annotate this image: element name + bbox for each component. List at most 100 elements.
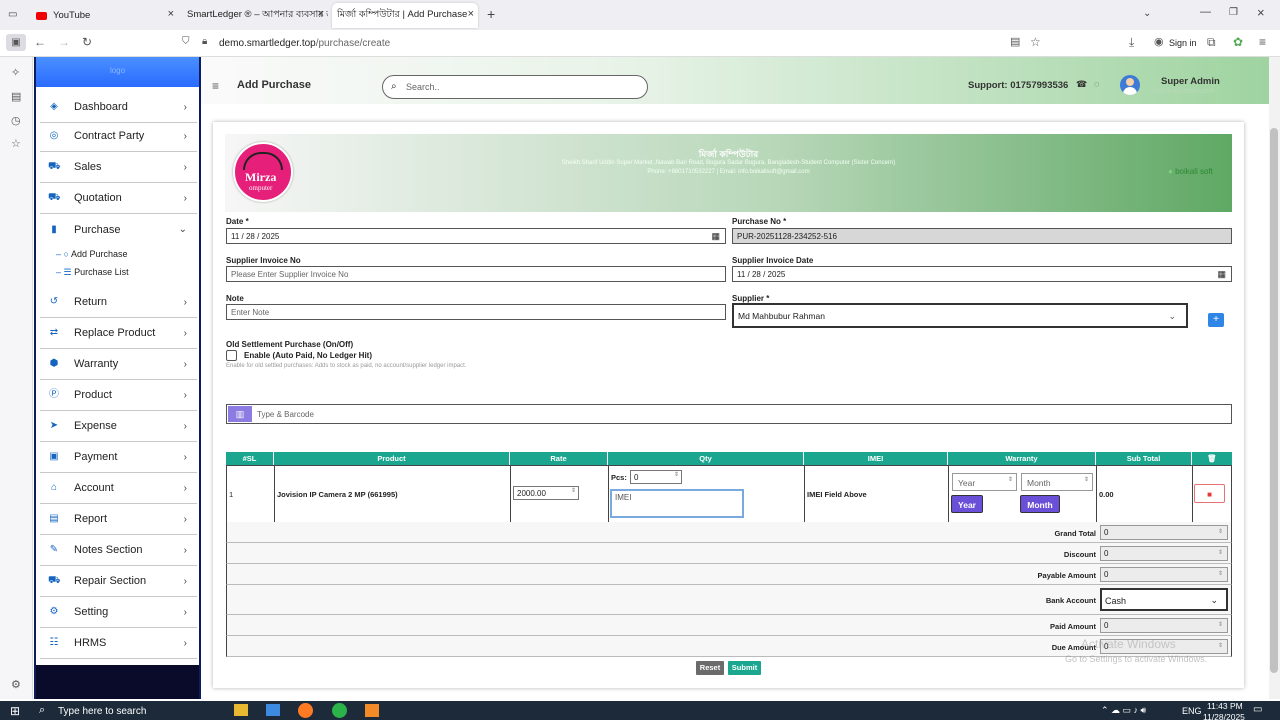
store-icon[interactable] [266,704,280,716]
trash-icon[interactable]: 🗑︎ [1207,454,1217,463]
sidebar-item-report[interactable]: ▤ Report › [40,504,197,535]
history-icon[interactable]: ◷ [11,114,21,127]
tab-add-purchase[interactable]: মির্জা কম্পিউটার | Add Purchase × [332,3,478,28]
sidebar-item-sales[interactable]: ⛟ Sales › [40,152,197,183]
synced-tabs-icon[interactable]: ▤ [11,90,21,103]
extension-icon[interactable]: ✿ [1233,35,1243,49]
barcode-input[interactable]: ▥ Type & Barcode [226,404,1232,424]
sidebar-item-repair-section[interactable]: ⛟ Repair Section › [40,566,197,597]
calendar-icon[interactable]: ▦ [711,231,720,242]
date-field[interactable]: 11 / 28 / 2025 ▦ [226,228,726,244]
firefox-icon[interactable] [298,703,313,718]
bank-account-select[interactable]: Cash ⌄ [1100,588,1228,611]
sidebar-item-notes-section[interactable]: ✎ Notes Section › [40,535,197,566]
stepper-icon[interactable]: ⇕ [1218,642,1223,649]
address-bar[interactable]: ⛉ 🔒︎ demo.smartledger.top/purchase/creat… [172,33,1052,54]
sidebar-item-account[interactable]: ⌂ Account › [40,473,197,504]
delete-row-button[interactable]: ■ [1194,484,1225,503]
rate-input[interactable]: 2000.00 ⇕ [513,486,579,500]
sign-in-link[interactable]: Sign in [1169,38,1197,48]
hamburger-icon[interactable]: ≡ [212,79,219,93]
app-icon[interactable] [365,704,379,717]
calendar-icon[interactable]: ▦ [1217,269,1226,280]
reader-icon[interactable]: ▤ [1010,35,1020,48]
summary-input[interactable]: 0 ⇕ [1100,525,1228,540]
whatsapp-icon[interactable] [332,703,347,718]
menu-icon[interactable]: ≡ [1259,35,1266,49]
window-close-icon[interactable]: × [1257,5,1265,20]
summary-input[interactable]: 0 ⇕ [1100,567,1228,582]
bookmarks-icon[interactable]: ☆ [11,137,21,150]
warranty-year-input[interactable]: Year ⇕ [952,473,1017,491]
taskbar-search[interactable]: Type here to search [58,706,146,717]
stepper-icon[interactable]: ⇕ [1008,476,1013,483]
app-logo[interactable]: logo [36,57,199,87]
search-input[interactable]: ⌕ Search.. [382,75,648,99]
file-explorer-icon[interactable] [234,704,248,716]
add-supplier-button[interactable]: + [1208,313,1224,327]
avatar[interactable] [1120,75,1140,95]
close-icon[interactable]: × [168,8,174,20]
summary-input[interactable]: 0 ⇕ [1100,546,1228,561]
restore-icon[interactable]: ❐ [1229,7,1238,18]
clock-time[interactable]: 11:43 PM [1207,701,1243,711]
forward-icon[interactable]: → [58,35,70,49]
stepper-icon[interactable]: ⇕ [571,487,576,494]
notification-icon[interactable]: ▭ [1253,704,1262,715]
supplier-invoice-date-field[interactable]: 11 / 28 / 2025 ▦ [732,266,1232,282]
stepper-icon[interactable]: ⇕ [1218,621,1223,628]
stepper-icon[interactable]: ⇕ [674,471,679,478]
language-indicator[interactable]: ENG [1182,706,1202,716]
customize-icon[interactable]: ⚙ [11,678,21,691]
tab-smartledger[interactable]: SmartLedger ® – আপনার ব্যবসার ড × [183,3,328,28]
sidebar-toggle-icon[interactable]: ▣ [6,34,26,51]
stepper-icon[interactable]: ⇕ [1218,549,1223,556]
chevron-down-icon[interactable]: ⌄ [1143,8,1151,19]
sidebar-item-return[interactable]: ↺ Return › [40,287,197,318]
sidebar-subitem-purchase-list[interactable]: – ☰ Purchase List [56,267,129,278]
ai-chat-icon[interactable]: ✧ [11,66,20,79]
scrollbar-thumb[interactable] [1270,128,1278,673]
whatsapp-icon[interactable]: ◌ [1094,79,1099,89]
year-toggle-button[interactable]: Year [951,495,983,513]
submit-button[interactable]: Submit [728,661,761,675]
note-field[interactable]: Enter Note [226,304,726,320]
sidebar-item-replace-product[interactable]: ⇄ Replace Product › [40,318,197,349]
download-icon[interactable]: ⤓ [1129,35,1134,50]
tab-list-icon[interactable]: ▭ [8,9,17,20]
windows-start-icon[interactable]: ⊞ [10,704,20,718]
sidebar-item-quotation[interactable]: ⛟ Quotation › [40,183,197,214]
sidebar-subitem-add-purchase[interactable]: – ○ Add Purchase [56,249,128,259]
month-toggle-button[interactable]: Month [1020,495,1060,513]
pcs-input[interactable]: 0 ⇕ [630,470,682,484]
sidebar-item-expense[interactable]: ➤ Expense › [40,411,197,442]
imei-textarea[interactable]: IMEI [610,489,744,518]
sidebar-item-hrms[interactable]: ☷ HRMS › [40,628,197,659]
summary-input[interactable]: 0 ⇕ [1100,618,1228,633]
account-icon[interactable]: ◉ [1154,35,1164,48]
sidebar-item-purchase[interactable]: ▮ Purchase ⌄ [40,214,197,245]
old-settlement-checkbox[interactable] [226,350,237,361]
clock-date[interactable]: 11/28/2025 [1203,712,1245,722]
close-icon[interactable]: × [318,8,324,20]
supplier-invoice-field[interactable]: Please Enter Supplier Invoice No [226,266,726,282]
stepper-icon[interactable]: ⇕ [1218,528,1223,535]
star-icon[interactable]: ☆ [1030,35,1041,49]
minimize-icon[interactable]: — [1200,6,1211,18]
new-tab-icon[interactable]: + [487,6,495,22]
sidebar-item-contract-party[interactable]: ◎ Contract Party › [40,121,197,152]
reset-button[interactable]: Reset [696,661,724,675]
sidebar-item-payment[interactable]: ▣ Payment › [40,442,197,473]
sidebar-item-warranty[interactable]: ⬢ Warranty › [40,349,197,380]
back-icon[interactable]: ← [34,35,46,49]
tab-youtube[interactable]: YouTube × [33,3,178,28]
tray-icons[interactable]: ⌃ ☁ ▭ ♪ 🔊︎ [1101,705,1146,716]
extensions-icon[interactable]: ⧉ [1207,35,1216,50]
supplier-select[interactable]: Md Mahbubur Rahman ⌄ [732,303,1188,328]
sidebar-item-product[interactable]: Ⓟ Product › [40,380,197,411]
stepper-icon[interactable]: ⇕ [1218,570,1223,577]
close-icon[interactable]: × [468,8,474,20]
sidebar-item-setting[interactable]: ⚙ Setting › [40,597,197,628]
warranty-month-input[interactable]: Month ⇕ [1021,473,1093,491]
stepper-icon[interactable]: ⇕ [1084,476,1089,483]
